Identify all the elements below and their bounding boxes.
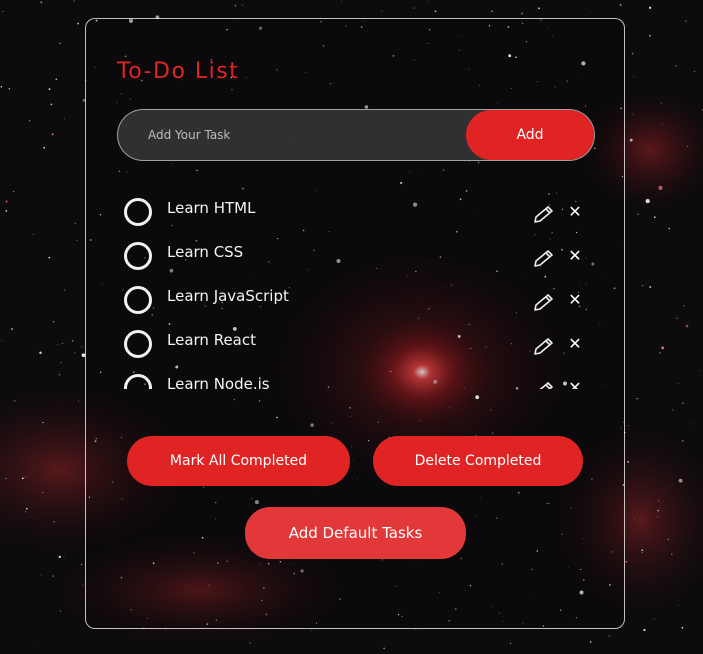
add-default-tasks-button[interactable]: Add Default Tasks <box>245 507 466 559</box>
task-label: Learn HTML <box>167 199 256 217</box>
task-label: Learn Node.js <box>167 375 270 389</box>
list-item: Learn CSS ✕ <box>117 231 595 275</box>
delete-completed-button[interactable]: Delete Completed <box>373 436 583 486</box>
pencil-icon[interactable] <box>533 247 555 267</box>
list-item: Learn JavaScript ✕ <box>117 275 595 319</box>
task-label: Learn React <box>167 331 256 349</box>
complete-toggle[interactable] <box>124 374 152 389</box>
pencil-icon[interactable] <box>533 379 555 389</box>
list-item: Learn Node.js ✕ <box>117 363 595 389</box>
task-label: Learn JavaScript <box>167 287 289 305</box>
list-item: Learn HTML ✕ <box>117 187 595 231</box>
list-item: Learn React ✕ <box>117 319 595 363</box>
pencil-icon[interactable] <box>533 203 555 223</box>
task-input-row: Add <box>117 109 595 161</box>
todo-card: To-Do List Add Learn HTML ✕ Learn CSS ✕ … <box>85 18 625 629</box>
add-button[interactable]: Add <box>466 110 594 160</box>
complete-toggle[interactable] <box>124 330 152 358</box>
task-input[interactable] <box>118 110 468 160</box>
close-icon[interactable]: ✕ <box>568 200 582 224</box>
page-title: To-Do List <box>117 59 240 84</box>
task-label: Learn CSS <box>167 243 244 261</box>
complete-toggle[interactable] <box>124 198 152 226</box>
pencil-icon[interactable] <box>533 291 555 311</box>
close-icon[interactable]: ✕ <box>568 244 582 268</box>
task-list[interactable]: Learn HTML ✕ Learn CSS ✕ Learn JavaScrip… <box>117 187 595 389</box>
close-icon[interactable]: ✕ <box>568 376 582 389</box>
pencil-icon[interactable] <box>533 335 555 355</box>
mark-all-completed-button[interactable]: Mark All Completed <box>127 436 350 486</box>
complete-toggle[interactable] <box>124 242 152 270</box>
close-icon[interactable]: ✕ <box>568 332 582 356</box>
close-icon[interactable]: ✕ <box>568 288 582 312</box>
complete-toggle[interactable] <box>124 286 152 314</box>
